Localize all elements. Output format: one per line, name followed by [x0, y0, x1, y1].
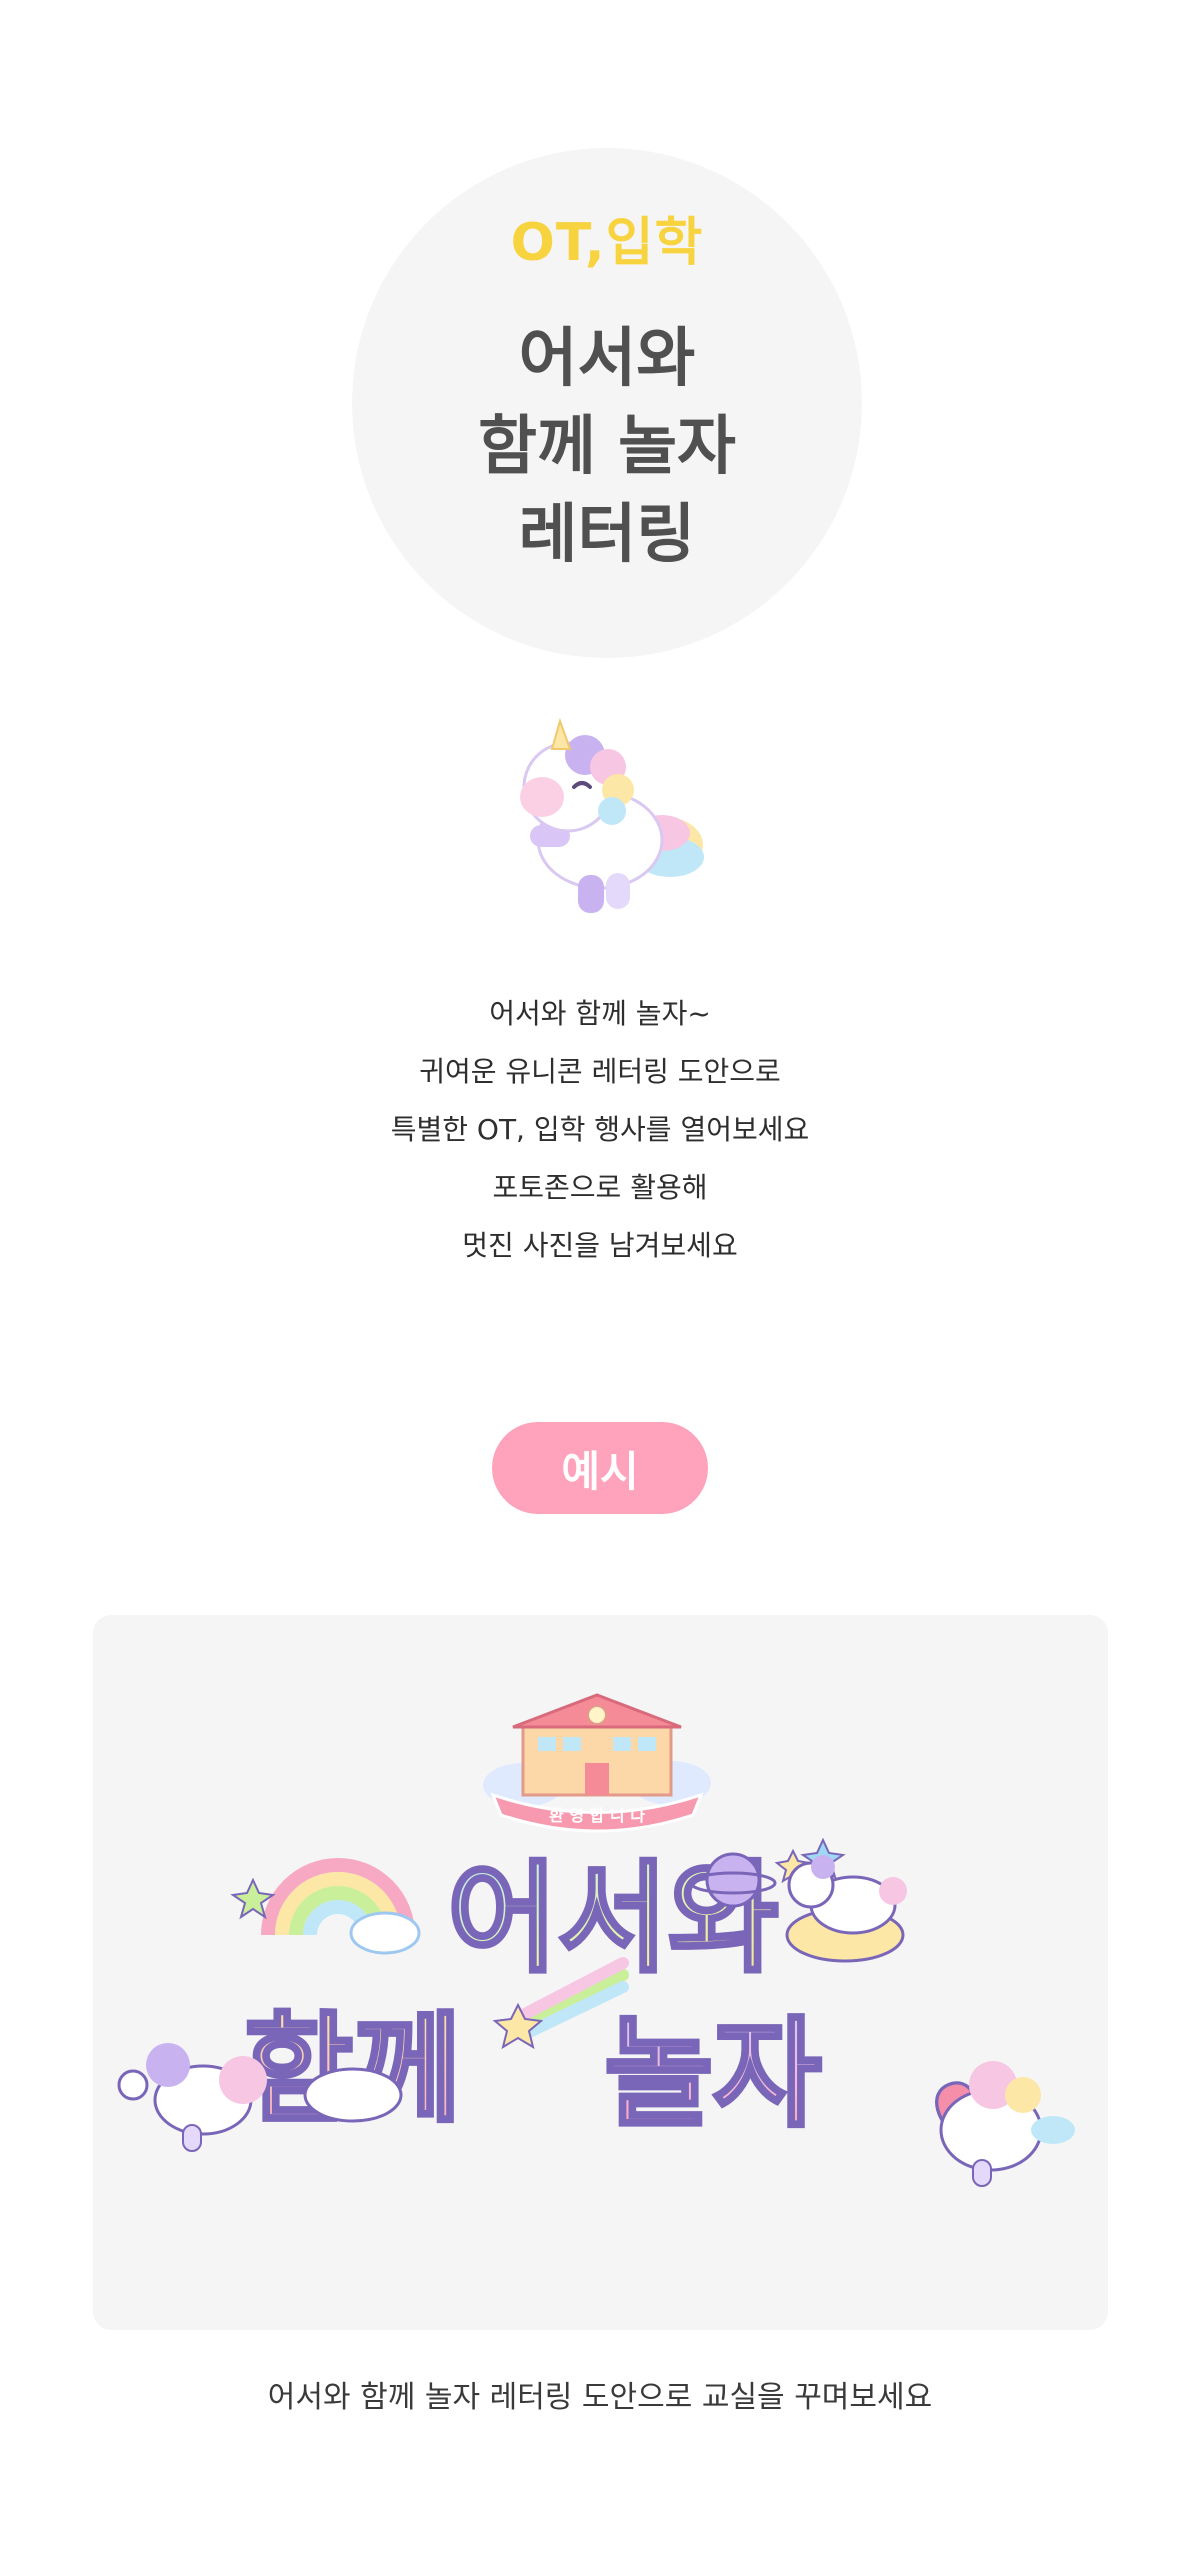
unicorn-right-icon	[939, 2061, 1075, 2187]
cloud-icon	[303, 2067, 403, 2123]
banner-line-2b: 놀자	[604, 2005, 821, 2143]
hero-title-line-2: 함께 놀자	[478, 410, 736, 484]
example-badge: 예시	[492, 1422, 708, 1514]
unicorn-icon	[490, 715, 710, 925]
description-line-4: 포토존으로 활용해	[492, 1171, 708, 1204]
rainbow-icon	[261, 1858, 421, 1955]
description-line-5: 멋진 사진을 남겨보세요	[462, 1229, 738, 1262]
unicorn-on-cloud-icon	[785, 1855, 907, 1963]
example-preview-image: 환 영 합 니 다 어서와 함께 놀자	[93, 1615, 1108, 2330]
description-line-3: 특별한 OT, 입학 행사를 열어보세요	[390, 1113, 810, 1146]
description: 어서와 함께 놀자~ 귀여운 유니콘 레터링 도안으로 특별한 OT, 입학 행…	[0, 985, 1200, 1275]
hero-title-line-3: 레터링	[518, 498, 696, 572]
caption: 어서와 함께 놀자 레터링 도안으로 교실을 꾸며보세요	[267, 2380, 933, 2415]
hero-title: 어서와 함께 놀자 레터링	[478, 315, 736, 579]
hero-category: OT,입학	[510, 213, 704, 273]
description-line-1: 어서와 함께 놀자~	[489, 997, 711, 1030]
description-line-2: 귀여운 유니콘 레터링 도안으로	[419, 1055, 781, 1088]
welcome-ribbon-text: 환 영 합 니 다	[549, 1806, 645, 1825]
hero-title-line-1: 어서와	[518, 322, 696, 396]
hero-circle: OT,입학 어서와 함께 놀자 레터링	[352, 148, 862, 658]
